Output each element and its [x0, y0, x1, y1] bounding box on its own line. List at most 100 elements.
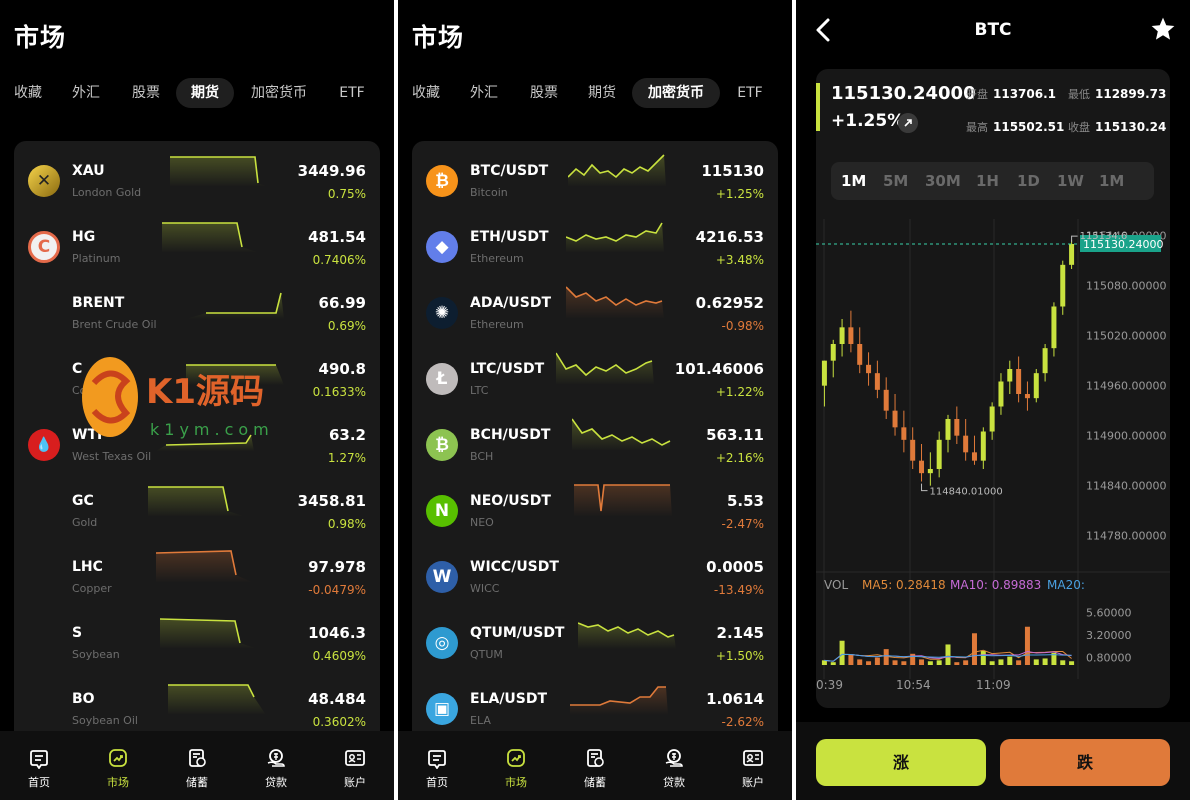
list-item[interactable]: ✺ ADA/USDT Ethereum 0.62952 -0.98% [412, 273, 778, 339]
list-item[interactable]: ◎ QTUM/USDT QTUM 2.145 +1.50% [412, 603, 778, 669]
nav-home[interactable]: 首页 [9, 747, 69, 790]
market-chart-icon [109, 749, 127, 767]
list-item[interactable]: ₿ BCH/USDT BCH 563.11 +2.16% [412, 405, 778, 471]
volume-bar [1042, 658, 1048, 665]
sparkline [168, 684, 266, 715]
symbol-name: Soybean Oil [72, 714, 138, 727]
tab-futures[interactable]: 期货 [176, 78, 234, 108]
tab-favorites[interactable]: 收藏 [404, 78, 448, 108]
y-tick-label: 114960.00000 [1086, 380, 1166, 393]
price-value: 66.99 [318, 294, 366, 312]
nav-savings[interactable]: 储蓄 [565, 747, 625, 790]
list-item[interactable]: C HG Platinum 481.54 0.7406% [14, 207, 380, 273]
star-favorite-icon[interactable] [1150, 16, 1176, 42]
timeframe-1h[interactable]: 1H [976, 162, 999, 200]
timeframe-selector: 1M 5M 30M 1H 1D 1W 1M [831, 162, 1154, 200]
list-item[interactable]: LHC Copper 97.978 -0.0479% [14, 537, 380, 603]
nav-account[interactable]: 账户 [325, 747, 385, 790]
timeframe-1m[interactable]: 1M [841, 162, 866, 200]
sparkline [572, 418, 671, 451]
candle-body [1033, 373, 1039, 399]
sparkline [186, 292, 284, 319]
crypto-list: ₿ BTC/USDT Bitcoin 115130 +1.25% ◆ ETH/USDT Eth… [412, 141, 778, 761]
list-item[interactable]: ◆ ETH/USDT Ethereum 4216.53 +3.48% [412, 207, 778, 273]
tab-stocks[interactable]: 股票 [522, 78, 566, 108]
volume-bar [848, 654, 854, 665]
oil-drop-icon: 💧 [28, 429, 60, 461]
nav-savings[interactable]: 储蓄 [167, 747, 227, 790]
volume-bar [936, 660, 942, 665]
candle-body [989, 406, 995, 432]
symbol-label: BRENT [72, 295, 125, 311]
tab-forex[interactable]: 外汇 [64, 78, 108, 108]
candlestick-chart[interactable]: 115140.00000115080.00000115020.000001149… [816, 209, 1170, 704]
volume-bar [1033, 659, 1039, 665]
tab-favorites[interactable]: 收藏 [6, 78, 50, 108]
btc-detail-screen: BTC 115130.24000 +1.25% 开盘 113706.1 最低 112… [796, 0, 1190, 800]
volume-bar [910, 653, 916, 665]
symbol-name: Bitcoin [470, 186, 508, 199]
volume-bar [945, 644, 951, 665]
symbol-name: Gold [72, 516, 98, 529]
change-percent: 0.7406% [312, 253, 366, 267]
list-item[interactable]: ₿ BTC/USDT Bitcoin 115130 +1.25% [412, 141, 778, 207]
nav-market[interactable]: 市场 [88, 747, 148, 790]
nav-loans[interactable]: 贷款 [644, 747, 704, 790]
timeframe-30m[interactable]: 30M [925, 162, 961, 200]
price-change: +1.25% [831, 111, 905, 131]
volume-bar [1069, 661, 1075, 665]
watermark-logo: K1源码 k1ym.com [82, 357, 269, 439]
symbol-label: ETH/USDT [470, 229, 549, 245]
price-value: 490.8 [318, 360, 366, 378]
tab-etf[interactable]: ETF [730, 78, 770, 108]
tab-etf[interactable]: ETF [332, 78, 372, 108]
candle-body [910, 439, 916, 461]
list-item[interactable]: W WICC/USDT WICC 0.0005 -13.49% [412, 537, 778, 603]
gold-icon: ✕ [28, 165, 60, 197]
sparkline [160, 618, 258, 649]
ma20-legend: MA20: [1047, 578, 1085, 592]
tab-futures[interactable]: 期货 [580, 78, 624, 108]
sparkline [556, 352, 654, 385]
litecoin-icon: Ł [426, 363, 458, 395]
list-item[interactable]: BRENT Brent Crude Oil 66.99 0.69% [14, 273, 380, 339]
page-title: 市场 [412, 23, 465, 52]
stat-low: 最低 112899.73 [1068, 87, 1167, 101]
sell-down-button[interactable]: 跌 [1000, 739, 1170, 786]
tab-forex[interactable]: 外汇 [462, 78, 506, 108]
accent-bar [816, 83, 820, 131]
volume-bar [821, 660, 827, 665]
list-item[interactable]: ▣ ELA/USDT ELA 1.0614 -2.62% [412, 669, 778, 735]
nav-home[interactable]: 首页 [407, 747, 467, 790]
symbol-label: LHC [72, 559, 103, 575]
timeframe-1d[interactable]: 1D [1017, 162, 1040, 200]
symbol-label: HG [72, 229, 96, 245]
symbol-name: ELA [470, 714, 491, 727]
timeframe-1mo[interactable]: 1M [1099, 162, 1124, 200]
buy-up-button[interactable]: 涨 [816, 739, 986, 786]
symbol-label: BTC/USDT [470, 163, 549, 179]
change-percent: +1.50% [715, 649, 764, 663]
list-item[interactable]: BO Soybean Oil 48.484 0.3602% [14, 669, 380, 735]
timeframe-1w[interactable]: 1W [1057, 162, 1084, 200]
timeframe-5m[interactable]: 5M [883, 162, 908, 200]
cardano-icon: ✺ [426, 297, 458, 329]
savings-icon [587, 749, 604, 767]
tab-stocks[interactable]: 股票 [124, 78, 168, 108]
symbol-name: QTUM [470, 648, 503, 661]
trend-arrow-icon[interactable] [898, 113, 918, 133]
tab-crypto[interactable]: 加密货币 [632, 78, 720, 108]
list-item[interactable]: GC Gold 3458.81 0.98% [14, 471, 380, 537]
nav-market[interactable]: 市场 [486, 747, 546, 790]
change-percent: -0.98% [721, 319, 764, 333]
list-item[interactable]: S Soybean 1046.3 0.4609% [14, 603, 380, 669]
list-item[interactable]: ✕ XAU London Gold 3449.96 0.75% [14, 141, 380, 207]
list-item[interactable]: Ł LTC/USDT LTC 101.46006 +1.22% [412, 339, 778, 405]
nav-account[interactable]: 账户 [723, 747, 783, 790]
account-card-icon [345, 750, 365, 766]
list-item[interactable]: N NEO/USDT NEO 5.53 -2.47% [412, 471, 778, 537]
candle-body [927, 469, 933, 474]
tab-crypto[interactable]: 加密货币 [244, 78, 314, 108]
candle-body [1016, 369, 1022, 394]
nav-loans[interactable]: 贷款 [246, 747, 306, 790]
